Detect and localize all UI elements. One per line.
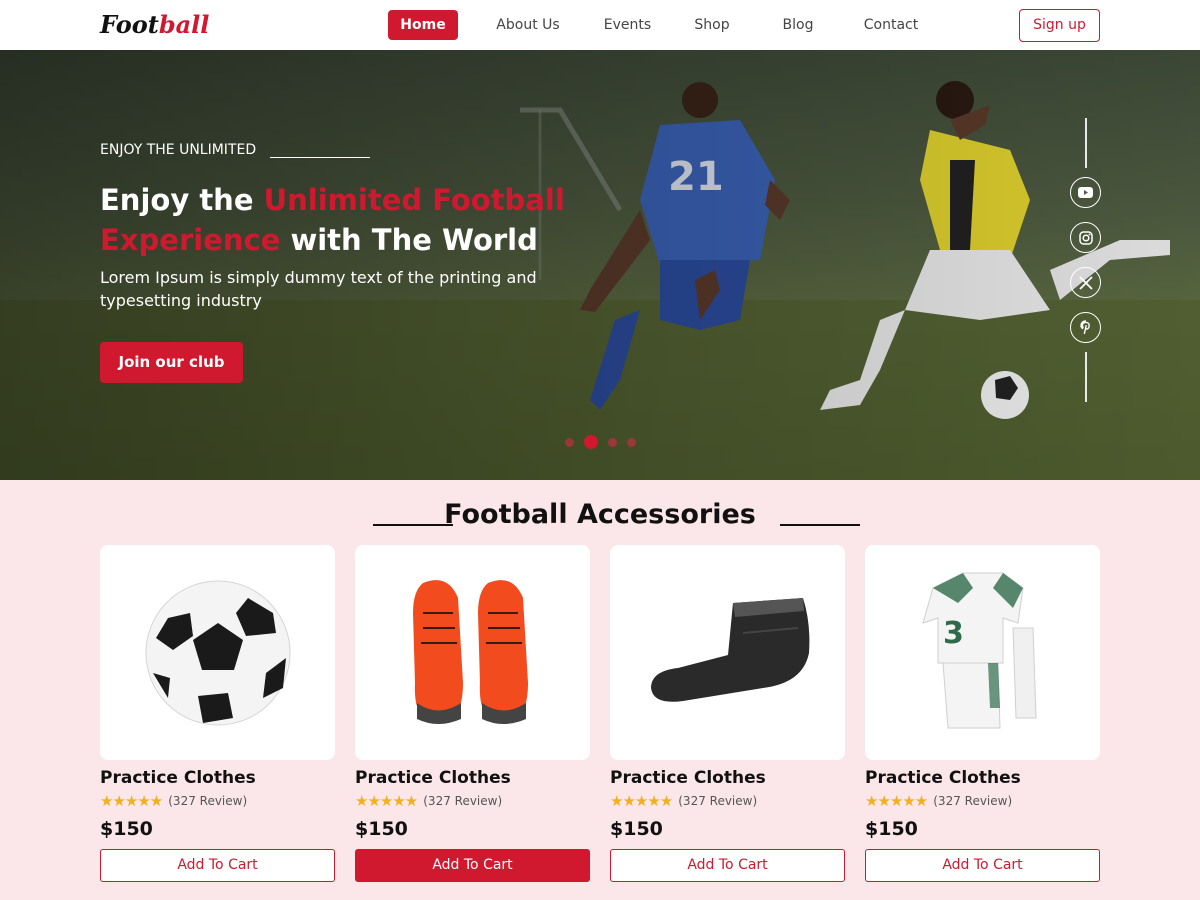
add-to-cart-button[interactable]: Add To Cart — [355, 849, 590, 882]
x-icon[interactable] — [1070, 267, 1101, 298]
hero-headline: Enjoy the Unlimited Football Experience … — [100, 180, 600, 260]
product-card[interactable]: Practice Clothes ★★★★★ (327 Review) $150… — [610, 545, 845, 882]
review-count: (327 Review) — [678, 794, 758, 808]
top-navbar: Football Home About Us Events Shop Blog … — [0, 0, 1200, 50]
hero-eyebrow: ENJOY THE UNLIMITED — [100, 142, 257, 158]
social-rail-line-bottom — [1085, 352, 1087, 402]
eyebrow-underline — [270, 157, 370, 158]
product-card[interactable]: Practice Clothes ★★★★★ (327 Review) $150… — [355, 545, 590, 882]
carousel-dot[interactable] — [627, 437, 636, 447]
nav-contact[interactable]: Contact — [855, 10, 927, 40]
product-image[interactable] — [355, 545, 590, 760]
nav-about-us[interactable]: About Us — [481, 10, 575, 40]
product-name[interactable]: Practice Clothes — [865, 768, 1100, 788]
add-to-cart-button[interactable]: Add To Cart — [610, 849, 845, 882]
product-price: $150 — [865, 818, 918, 840]
star-rating-icon: ★★★★★ — [355, 792, 418, 810]
product-price: $150 — [610, 818, 663, 840]
product-rating: ★★★★★ (327 Review) — [865, 793, 1100, 809]
add-to-cart-button[interactable]: Add To Cart — [865, 849, 1100, 882]
logo-text-ball: ball — [158, 10, 210, 39]
carousel-dot[interactable] — [608, 437, 617, 447]
nav-blog[interactable]: Blog — [771, 10, 825, 40]
headline-part-1: Enjoy the — [100, 183, 264, 217]
pinterest-icon[interactable] — [1070, 312, 1101, 343]
product-card[interactable]: 3 Practice Clothes ★★★★★ (327 Review) $1… — [865, 545, 1100, 882]
product-price: $150 — [100, 818, 153, 840]
football-boots-icon — [412, 579, 528, 724]
review-count: (327 Review) — [423, 794, 503, 808]
brand-logo[interactable]: Football — [100, 9, 209, 41]
product-image[interactable]: 3 — [865, 545, 1100, 760]
svg-text:3: 3 — [943, 616, 964, 651]
join-club-button[interactable]: Join our club — [100, 342, 243, 383]
jersey-kit-icon: 3 — [921, 572, 1037, 728]
social-rail-line-top — [1085, 118, 1087, 168]
carousel-dot[interactable] — [565, 437, 574, 447]
nav-shop[interactable]: Shop — [684, 10, 740, 40]
hero-overlay — [0, 50, 1200, 480]
sock-icon — [650, 597, 809, 702]
section-title: Football Accessories — [444, 499, 756, 530]
product-price: $150 — [355, 818, 408, 840]
star-rating-icon: ★★★★★ — [865, 792, 928, 810]
star-rating-icon: ★★★★★ — [610, 792, 673, 810]
product-rating: ★★★★★ (327 Review) — [610, 793, 845, 809]
review-count: (327 Review) — [168, 794, 248, 808]
title-line-right — [780, 524, 860, 526]
signup-button[interactable]: Sign up — [1019, 9, 1100, 42]
nav-events[interactable]: Events — [590, 10, 665, 40]
star-rating-icon: ★★★★★ — [100, 792, 163, 810]
instagram-icon[interactable] — [1070, 222, 1101, 253]
nav-links: Home About Us Events Shop Blog Contact — [388, 10, 927, 40]
product-image[interactable] — [100, 545, 335, 760]
hero-subtext: Lorem Ipsum is simply dummy text of the … — [100, 268, 537, 310]
product-name[interactable]: Practice Clothes — [610, 768, 845, 788]
product-card[interactable]: Practice Clothes ★★★★★ (327 Review) $150… — [100, 545, 335, 882]
product-name[interactable]: Practice Clothes — [100, 768, 335, 788]
soccer-ball-icon — [145, 580, 290, 725]
headline-part-2: with The World — [280, 223, 538, 257]
review-count: (327 Review) — [933, 794, 1013, 808]
add-to-cart-button[interactable]: Add To Cart — [100, 849, 335, 882]
product-image[interactable] — [610, 545, 845, 760]
nav-home[interactable]: Home — [388, 10, 458, 40]
product-rating: ★★★★★ (327 Review) — [355, 793, 590, 809]
product-rating: ★★★★★ (327 Review) — [100, 793, 335, 809]
youtube-icon[interactable] — [1070, 177, 1101, 208]
logo-text-foot: Foot — [100, 10, 159, 39]
carousel-dots — [565, 435, 646, 449]
product-name[interactable]: Practice Clothes — [355, 768, 590, 788]
carousel-dot-active[interactable] — [584, 435, 598, 449]
hero-banner: 21 ENJOY THE UNLIMITED Enjoy the Unlimit… — [0, 50, 1200, 480]
